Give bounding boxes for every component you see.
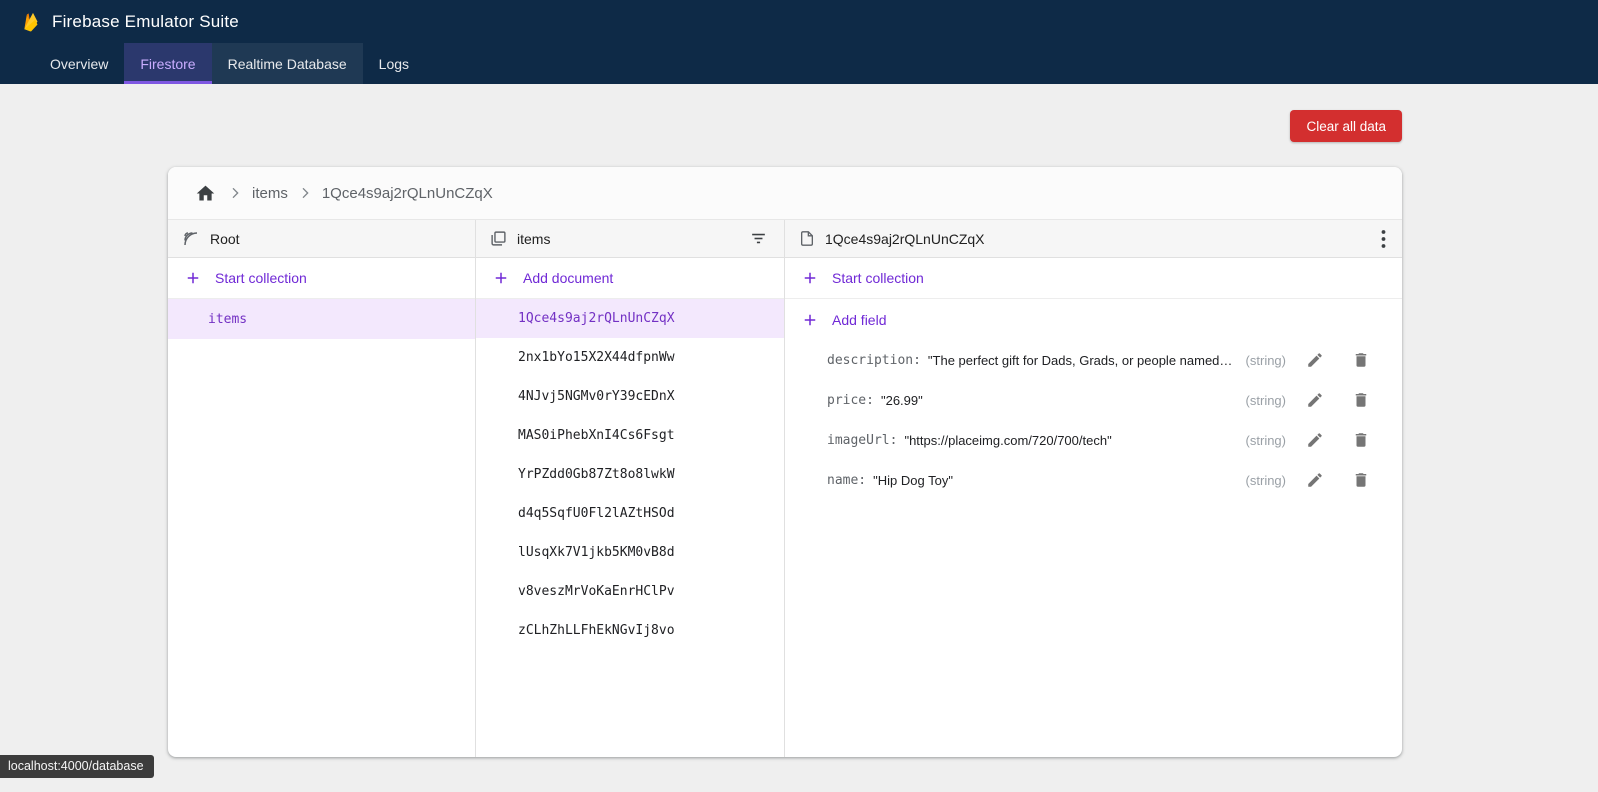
delete-field-icon[interactable] xyxy=(1350,349,1372,371)
add-field-button[interactable]: Add field xyxy=(785,299,1402,340)
delete-field-icon[interactable] xyxy=(1350,389,1372,411)
plus-icon xyxy=(184,269,202,287)
tab-logs[interactable]: Logs xyxy=(363,43,425,84)
field-row-imageurl: imageUrl: "https://placeimg.com/720/700/… xyxy=(785,420,1402,460)
field-value: "26.99" xyxy=(881,393,923,408)
collection-icon xyxy=(490,230,507,247)
root-column-title: Root xyxy=(210,231,240,247)
document-column-title: 1Qce4s9aj2rQLnUnCZqX xyxy=(825,231,985,247)
start-collection-label: Start collection xyxy=(215,270,307,286)
document-row[interactable]: v8veszMrVoKaEnrHClPv xyxy=(476,572,784,611)
document-row[interactable]: zCLhZhLLFhEkNGvIj8vo xyxy=(476,611,784,650)
delete-field-icon[interactable] xyxy=(1350,469,1372,491)
breadcrumb: items 1Qce4s9aj2rQLnUnCZqX xyxy=(168,167,1402,220)
field-type: (string) xyxy=(1246,473,1286,488)
document-row[interactable]: 4NJvj5NGMv0rY39cEDnX xyxy=(476,377,784,416)
field-type: (string) xyxy=(1246,353,1286,368)
filter-icon[interactable] xyxy=(747,227,770,250)
field-type: (string) xyxy=(1246,433,1286,448)
breadcrumb-document[interactable]: 1Qce4s9aj2rQLnUnCZqX xyxy=(322,185,493,202)
field-key: imageUrl: xyxy=(827,433,897,448)
document-row[interactable]: MAS0iPhebXnI4Cs6Fsgt xyxy=(476,416,784,455)
title-row: Firebase Emulator Suite xyxy=(0,0,1598,43)
root-column-header: Root xyxy=(168,220,475,258)
field-value: "Hip Dog Toy" xyxy=(873,473,953,488)
app-title: Firebase Emulator Suite xyxy=(52,12,239,32)
document-row[interactable]: YrPZdd0Gb87Zt8o8lwkW xyxy=(476,455,784,494)
chevron-right-icon xyxy=(297,185,313,201)
root-column: Root Start collection items xyxy=(168,220,476,757)
columns: Root Start collection items items xyxy=(168,220,1402,757)
edit-field-icon[interactable] xyxy=(1304,429,1326,451)
delete-field-icon[interactable] xyxy=(1350,429,1372,451)
doc-start-collection-label: Start collection xyxy=(832,270,924,286)
doc-start-collection-button[interactable]: Start collection xyxy=(785,258,1402,299)
start-collection-button[interactable]: Start collection xyxy=(168,258,475,299)
document-icon xyxy=(799,230,815,247)
plus-icon xyxy=(801,311,819,329)
edit-field-icon[interactable] xyxy=(1304,349,1326,371)
collection-column-title: items xyxy=(517,231,550,247)
edit-field-icon[interactable] xyxy=(1304,389,1326,411)
document-row[interactable]: 1Qce4s9aj2rQLnUnCZqX xyxy=(476,299,784,338)
field-type: (string) xyxy=(1246,393,1286,408)
breadcrumb-collection[interactable]: items xyxy=(252,185,288,202)
field-key: price: xyxy=(827,393,874,408)
field-row-name: name: "Hip Dog Toy" (string) xyxy=(785,460,1402,500)
field-row-description: description: "The perfect gift for Dads,… xyxy=(785,340,1402,380)
kebab-menu-icon[interactable] xyxy=(1379,228,1388,250)
document-column: 1Qce4s9aj2rQLnUnCZqX Start collection xyxy=(785,220,1402,757)
tab-realtime-database[interactable]: Realtime Database xyxy=(212,43,363,84)
field-row-price: price: "26.99" (string) xyxy=(785,380,1402,420)
field-value: "The perfect gift for Dads, Grads, or pe… xyxy=(928,353,1234,368)
clear-all-data-button[interactable]: Clear all data xyxy=(1290,110,1402,142)
firestore-panel: items 1Qce4s9aj2rQLnUnCZqX Root Start co… xyxy=(168,167,1402,757)
browser-status-bar: localhost:4000/database xyxy=(0,755,154,778)
collection-row-items[interactable]: items xyxy=(168,299,475,339)
field-value: "https://placeimg.com/720/700/tech" xyxy=(904,433,1111,448)
edit-field-icon[interactable] xyxy=(1304,469,1326,491)
nav-tabs: Overview Firestore Realtime Database Log… xyxy=(0,43,1598,84)
app-header: Firebase Emulator Suite Overview Firesto… xyxy=(0,0,1598,84)
plus-icon xyxy=(801,269,819,287)
collection-column-header: items xyxy=(476,220,784,258)
plus-icon xyxy=(492,269,510,287)
field-key: name: xyxy=(827,473,866,488)
tab-overview[interactable]: Overview xyxy=(34,43,124,84)
collection-column: items Add document 1Qce4s9aj2rQLnUnCZqX … xyxy=(476,220,785,757)
document-column-header: 1Qce4s9aj2rQLnUnCZqX xyxy=(785,220,1402,258)
chevron-right-icon xyxy=(227,185,243,201)
add-document-label: Add document xyxy=(523,270,613,286)
field-key: description: xyxy=(827,353,921,368)
firebase-flame-icon xyxy=(21,10,41,34)
add-document-button[interactable]: Add document xyxy=(476,258,784,299)
document-row[interactable]: lUsqXk7V1jkb5KM0vB8d xyxy=(476,533,784,572)
home-icon[interactable] xyxy=(193,181,218,206)
tab-firestore[interactable]: Firestore xyxy=(124,43,211,84)
add-field-label: Add field xyxy=(832,312,886,328)
document-row[interactable]: d4q5SqfU0Fl2lAZtHSOd xyxy=(476,494,784,533)
document-row[interactable]: 2nx1bYo15X2X44dfpnWw xyxy=(476,338,784,377)
root-icon xyxy=(182,230,200,248)
